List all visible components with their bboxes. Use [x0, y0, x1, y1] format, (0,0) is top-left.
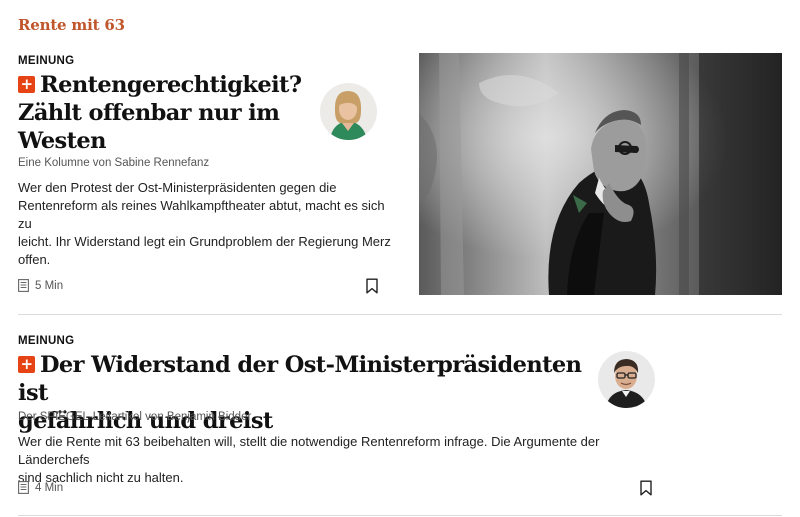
article-headline[interactable]: + Rentengerechtigkeit? Zählt offenbar nur… — [18, 71, 308, 155]
section-title[interactable]: Rente mit 63 — [18, 16, 125, 34]
author-avatar — [598, 351, 655, 408]
read-time: 4 Min — [18, 481, 63, 494]
article-kicker: MEINUNG — [18, 335, 75, 347]
bookmark-icon[interactable] — [639, 480, 653, 496]
article-icon — [18, 279, 29, 292]
article-kicker: MEINUNG — [18, 55, 75, 67]
bookmark-icon[interactable] — [365, 278, 379, 294]
read-time-label: 5 Min — [35, 279, 64, 292]
read-time: 5 Min — [18, 279, 63, 292]
article-byline: Eine Kolumne von Sabine Rennefanz — [18, 157, 210, 169]
read-time-label: 4 Min — [35, 481, 64, 494]
plus-badge-icon: + — [18, 356, 35, 373]
plus-badge-icon: + — [18, 76, 35, 93]
article-byline: Der SPIEGEL-Leitartikel von Benjamin Bid… — [18, 411, 252, 423]
article-teaser: Wer die Rente mit 63 beibehalten will, s… — [18, 434, 600, 485]
divider — [18, 515, 782, 516]
author-avatar — [320, 83, 377, 140]
divider — [18, 314, 782, 315]
article-photo[interactable] — [419, 53, 782, 295]
article-teaser: Wer den Protest der Ost-Ministerpräsiden… — [18, 180, 391, 267]
article-icon — [18, 481, 29, 494]
